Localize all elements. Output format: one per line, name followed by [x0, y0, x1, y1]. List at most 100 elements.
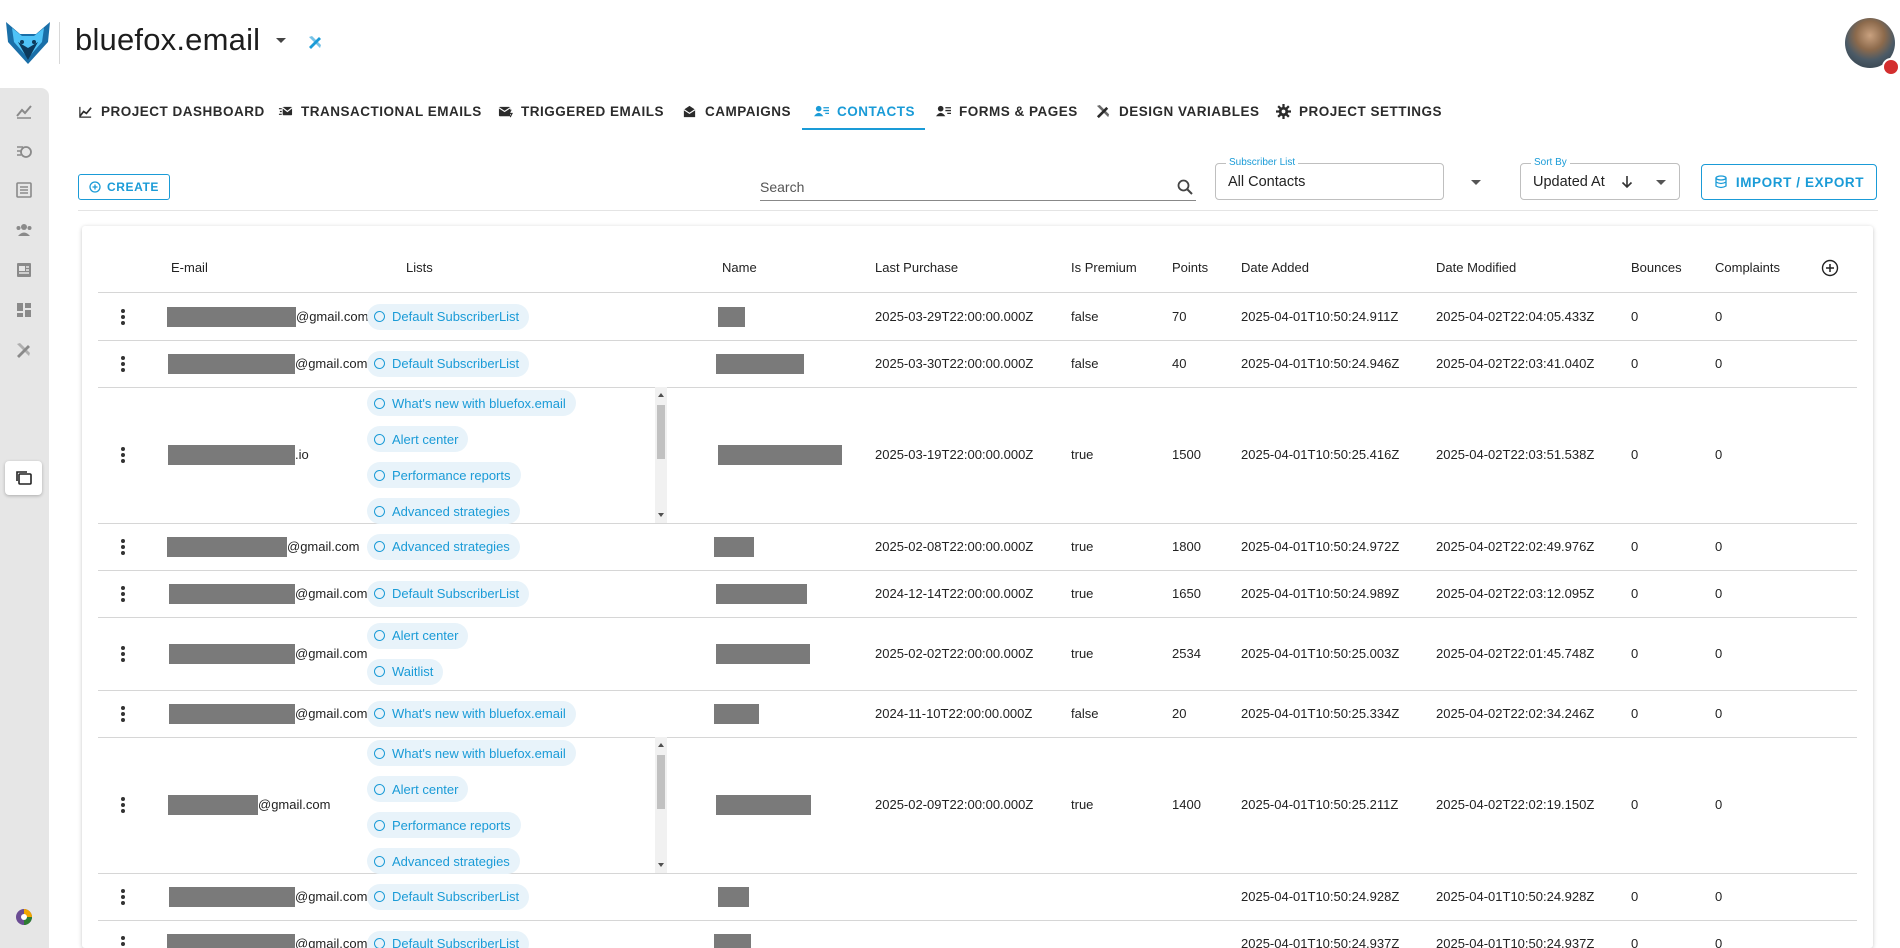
- list-chip[interactable]: Performance reports: [367, 812, 521, 838]
- tab-contacts[interactable]: CONTACTS: [814, 92, 915, 130]
- list-chip[interactable]: Advanced strategies: [367, 848, 520, 874]
- list-chip[interactable]: Alert center: [367, 622, 469, 649]
- scroll-down-icon[interactable]: [658, 863, 664, 867]
- import-export-button[interactable]: IMPORT / EXPORT: [1701, 164, 1877, 200]
- row-menu-icon[interactable]: [121, 935, 125, 948]
- email-clock-icon[interactable]: [13, 140, 35, 162]
- dashboard-grid-icon[interactable]: [13, 299, 35, 321]
- list-chip[interactable]: Default SubscriberList: [367, 303, 530, 330]
- column-header-complaints[interactable]: Complaints: [1715, 260, 1780, 275]
- row-menu-icon[interactable]: [121, 585, 125, 602]
- search-input[interactable]: Search: [760, 176, 1196, 201]
- column-header-lists[interactable]: Lists: [406, 260, 433, 275]
- row-menu-icon[interactable]: [121, 705, 125, 722]
- tab-project-dashboard[interactable]: PROJECT DASHBOARD: [78, 92, 265, 130]
- create-button[interactable]: CREATE: [78, 174, 170, 200]
- scroll-up-icon[interactable]: [658, 743, 664, 747]
- row-menu-icon[interactable]: [121, 447, 125, 463]
- table-row[interactable]: @gmail.com Advanced strategies 2025-02-08T…: [98, 523, 1857, 571]
- circle-icon: [374, 938, 385, 948]
- list-chip[interactable]: Alert center: [367, 426, 469, 452]
- projects-folder-icon[interactable]: [13, 467, 35, 489]
- row-menu-icon[interactable]: [121, 538, 125, 555]
- date-modified-cell: 2025-04-02T22:02:34.246Z: [1436, 705, 1595, 721]
- column-header-name[interactable]: Name: [722, 260, 757, 275]
- list-chip[interactable]: Advanced strategies: [367, 498, 520, 524]
- tab-campaigns[interactable]: CAMPAIGNS: [682, 92, 791, 130]
- column-header-last-purchase[interactable]: Last Purchase: [875, 260, 958, 275]
- bluefox-logo-icon[interactable]: [4, 20, 52, 66]
- design-tools-icon[interactable]: [13, 339, 35, 361]
- chart-line-icon[interactable]: [13, 100, 35, 122]
- design-tools-icon: [1096, 104, 1110, 118]
- list-chip[interactable]: What's new with bluefox.email: [367, 700, 576, 727]
- scrollbar-thumb[interactable]: [657, 755, 665, 809]
- email-domain: @gmail.com: [287, 538, 360, 554]
- list-chip[interactable]: What's new with bluefox.email: [367, 390, 576, 416]
- date-added-cell: 2025-04-01T10:50:25.334Z: [1241, 705, 1400, 721]
- sort-by-select[interactable]: Sort By Updated At: [1520, 157, 1680, 200]
- table-row[interactable]: @gmail.com Alert center Waitlist 2025-02-02…: [98, 617, 1857, 691]
- tab-triggered-emails[interactable]: TRIGGERED EMAILS: [498, 92, 664, 130]
- is-premium-cell: true: [1071, 538, 1094, 554]
- contacts-group-icon[interactable]: [13, 219, 35, 241]
- design-tools-icon[interactable]: [307, 34, 323, 50]
- list-chip[interactable]: Default SubscriberList: [367, 883, 530, 910]
- row-menu-icon[interactable]: [121, 355, 125, 372]
- list-chip[interactable]: Default SubscriberList: [367, 580, 530, 607]
- scrollbar-thumb[interactable]: [657, 405, 665, 459]
- notification-badge[interactable]: [1882, 58, 1900, 76]
- lists-scrollbar[interactable]: [655, 737, 667, 873]
- search-icon[interactable]: [1176, 178, 1194, 196]
- contacts-table: E-mail Lists Name Last Purchase Is Premi…: [82, 226, 1873, 948]
- row-menu-icon[interactable]: [121, 888, 125, 905]
- table-row[interactable]: @gmail.com What's new with bluefox.email 2…: [98, 690, 1857, 738]
- arrow-down-icon[interactable]: [1620, 174, 1634, 190]
- column-header-date-added[interactable]: Date Added: [1241, 260, 1309, 275]
- circle-icon: [374, 358, 385, 369]
- list-chip[interactable]: Advanced strategies: [367, 533, 520, 560]
- table-row[interactable]: @gmail.com Default SubscriberList 2025-03-…: [98, 293, 1857, 341]
- list-chip[interactable]: Alert center: [367, 776, 469, 802]
- project-title[interactable]: bluefox.email: [75, 22, 260, 58]
- column-header-bounces[interactable]: Bounces: [1631, 260, 1682, 275]
- column-header-email[interactable]: E-mail: [171, 260, 208, 275]
- date-added-cell: 2025-04-01T10:50:24.972Z: [1241, 538, 1400, 554]
- column-header-points[interactable]: Points: [1172, 260, 1208, 275]
- list-chip[interactable]: Waitlist: [367, 658, 444, 685]
- list-chip[interactable]: Default SubscriberList: [367, 350, 530, 377]
- subscriber-list-select[interactable]: Subscriber List All Contacts: [1215, 157, 1481, 200]
- table-row[interactable]: @gmail.com Default SubscriberList 2025-04-…: [98, 873, 1857, 921]
- scroll-up-icon[interactable]: [658, 393, 664, 397]
- lists-scrollbar[interactable]: [655, 387, 667, 523]
- form-page-icon[interactable]: [13, 259, 35, 281]
- list-chip-label: What's new with bluefox.email: [392, 395, 566, 411]
- title-divider: [59, 22, 60, 64]
- column-header-date-modified[interactable]: Date Modified: [1436, 260, 1516, 275]
- list-chip[interactable]: What's new with bluefox.email: [367, 740, 576, 766]
- tab-design-variables[interactable]: DESIGN VARIABLES: [1096, 92, 1260, 130]
- list-chip[interactable]: Performance reports: [367, 462, 521, 488]
- table-row[interactable]: @gmail.com Default SubscriberList 2025-04-…: [98, 920, 1857, 948]
- row-menu-icon[interactable]: [121, 797, 125, 813]
- tab-transactional-emails[interactable]: TRANSACTIONAL EMAILS: [278, 92, 482, 130]
- row-menu-icon[interactable]: [121, 645, 125, 662]
- circle-icon: [374, 819, 385, 831]
- table-row[interactable]: .io What's new with bluefox.email Alert ce…: [98, 387, 1857, 524]
- list-box-icon[interactable]: [13, 179, 35, 201]
- complaints-cell: 0: [1715, 355, 1723, 371]
- last-purchase-cell: 2025-02-09T22:00:00.000Z: [875, 797, 1034, 812]
- last-purchase-cell: 2025-03-30T22:00:00.000Z: [875, 355, 1034, 371]
- scroll-down-icon[interactable]: [658, 513, 664, 517]
- tab-project-settings[interactable]: PROJECT SETTINGS: [1276, 92, 1442, 130]
- table-row[interactable]: @gmail.com Default SubscriberList 2024-12-…: [98, 570, 1857, 618]
- list-chip[interactable]: Default SubscriberList: [367, 930, 530, 948]
- column-header-is-premium[interactable]: Is Premium: [1071, 260, 1137, 275]
- row-menu-icon[interactable]: [121, 308, 125, 325]
- workspace-avatar-icon[interactable]: [13, 906, 35, 928]
- add-column-icon[interactable]: [1821, 259, 1839, 277]
- project-dropdown-icon[interactable]: [276, 38, 286, 43]
- tab-forms-pages[interactable]: FORMS & PAGES: [936, 92, 1078, 130]
- table-row[interactable]: @gmail.com What's new with bluefox.email A…: [98, 737, 1857, 874]
- table-row[interactable]: @gmail.com Default SubscriberList 2025-03-…: [98, 340, 1857, 388]
